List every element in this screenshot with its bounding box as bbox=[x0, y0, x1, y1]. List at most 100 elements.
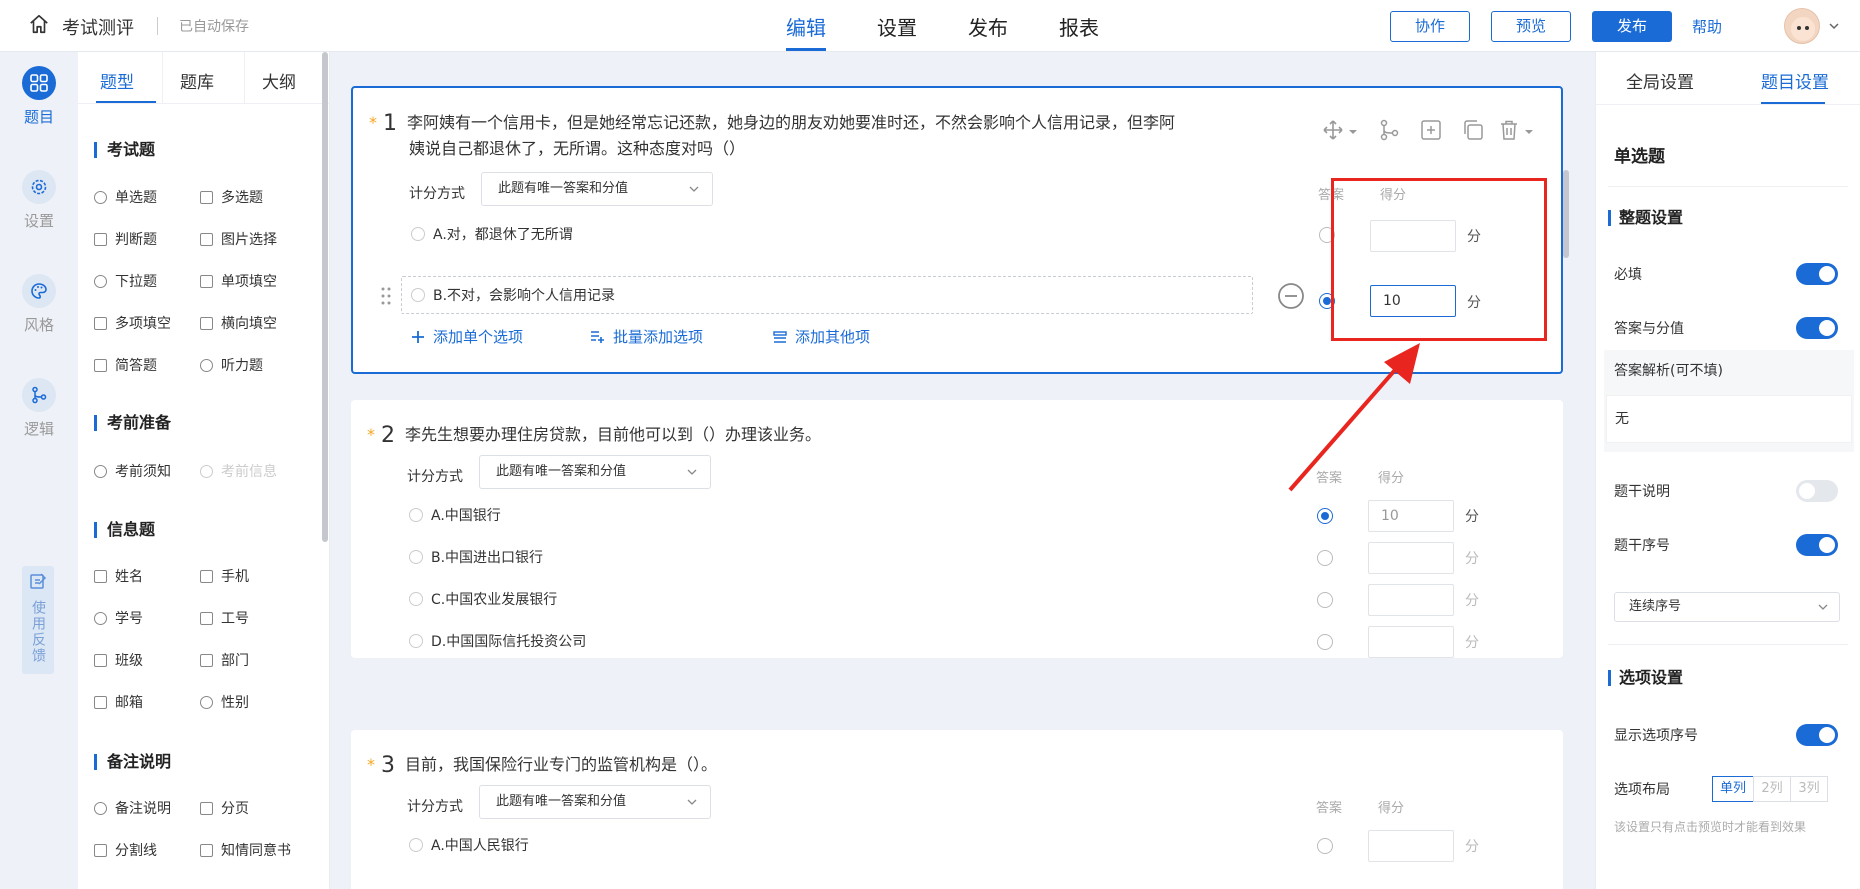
answer-radio-a[interactable] bbox=[1319, 227, 1335, 243]
stem-description-toggle[interactable] bbox=[1796, 480, 1838, 502]
chevron-down-icon[interactable] bbox=[1347, 118, 1359, 142]
qtype-horizontal-blank[interactable]: 横向填空 bbox=[200, 313, 277, 333]
question-text[interactable]: 目前，我国保险行业专门的监管机构是（）。 bbox=[405, 755, 717, 774]
answer-radio-a[interactable] bbox=[1317, 838, 1333, 854]
score-mode-select[interactable]: 此题有唯一答案和分值 bbox=[481, 172, 713, 206]
tab-question-types[interactable]: 题型 bbox=[100, 68, 134, 93]
score-input-a[interactable] bbox=[1370, 220, 1456, 252]
score-input-d[interactable] bbox=[1368, 626, 1454, 658]
layout-three-columns[interactable]: 3列 bbox=[1790, 776, 1828, 802]
answer-score-toggle[interactable] bbox=[1796, 317, 1838, 339]
answer-radio-a[interactable] bbox=[1317, 508, 1333, 524]
option-a[interactable]: A.中国银行 bbox=[409, 505, 501, 525]
chevron-down-icon[interactable] bbox=[1828, 20, 1840, 32]
panel-scrollbar[interactable] bbox=[322, 52, 328, 542]
answer-radio-b[interactable] bbox=[1319, 293, 1335, 309]
score-input-a[interactable]: 10 bbox=[1368, 500, 1454, 532]
qtype-class[interactable]: 班级 bbox=[94, 650, 143, 670]
qtype-exam-notice[interactable]: 考前须知 bbox=[94, 461, 171, 481]
answer-radio-d[interactable] bbox=[1317, 634, 1333, 650]
stem-number-toggle[interactable] bbox=[1796, 534, 1838, 556]
qtype-single-choice[interactable]: 单选题 bbox=[94, 187, 157, 207]
qtype-phone[interactable]: 手机 bbox=[200, 566, 249, 586]
qtype-multi-blank[interactable]: 多项填空 bbox=[94, 313, 171, 333]
answer-radio-c[interactable] bbox=[1317, 592, 1333, 608]
score-mode-select[interactable]: 此题有唯一答案和分值 bbox=[479, 455, 711, 489]
qtype-image-choice[interactable]: 图片选择 bbox=[200, 229, 277, 249]
qtype-employee-id[interactable]: 工号 bbox=[200, 608, 249, 628]
qtype-name[interactable]: 姓名 bbox=[94, 566, 143, 586]
chevron-down-icon[interactable] bbox=[1523, 118, 1535, 142]
qtype-consent[interactable]: 知情同意书 bbox=[200, 840, 291, 860]
qtype-multi-choice[interactable]: 多选题 bbox=[200, 187, 263, 207]
logic-branch-icon[interactable] bbox=[1377, 118, 1401, 142]
feedback-button[interactable]: 使用反馈 bbox=[22, 566, 54, 674]
batch-add-options-link[interactable]: 批量添加选项 bbox=[590, 326, 703, 347]
tab-settings[interactable]: 设置 bbox=[877, 12, 917, 41]
option-a[interactable]: A.中国人民银行 bbox=[409, 835, 529, 855]
question-card-2[interactable]: * 2 李先生想要办理住房贷款，目前他可以到（）办理该业务。 计分方式 此题有唯一答… bbox=[351, 400, 1563, 658]
qtype-note[interactable]: 备注说明 bbox=[94, 798, 171, 818]
avatar[interactable] bbox=[1784, 8, 1820, 44]
canvas-scrollbar[interactable] bbox=[1563, 170, 1569, 258]
tab-global-settings[interactable]: 全局设置 bbox=[1626, 68, 1694, 93]
qtype-single-blank[interactable]: 单项填空 bbox=[200, 271, 277, 291]
qtype-email[interactable]: 邮箱 bbox=[94, 692, 143, 712]
question-text[interactable]: 李先生想要办理住房贷款，目前他可以到（）办理该业务。 bbox=[405, 425, 821, 444]
tab-report[interactable]: 报表 bbox=[1059, 12, 1099, 41]
move-icon[interactable] bbox=[1321, 118, 1345, 142]
layout-single-column[interactable]: 单列 bbox=[1712, 776, 1754, 802]
option-c[interactable]: C.中国农业发展银行 bbox=[409, 589, 557, 609]
section-pre-exam: 考前准备 bbox=[94, 415, 171, 431]
option-d[interactable]: D.中国国际信托投资公司 bbox=[409, 631, 586, 651]
nav-item-logic[interactable]: 逻辑 bbox=[0, 378, 78, 439]
publish-button[interactable]: 发布 bbox=[1592, 11, 1672, 42]
nav-item-questions[interactable]: 题目 bbox=[0, 66, 78, 127]
tab-edit[interactable]: 编辑 bbox=[786, 12, 826, 41]
option-a[interactable]: A.对，都退休了无所谓 bbox=[411, 224, 573, 244]
layout-two-columns[interactable]: 2列 bbox=[1753, 776, 1791, 802]
question-card-3[interactable]: * 3 目前，我国保险行业专门的监管机构是（）。 计分方式 此题有唯一答案和分值 答… bbox=[351, 730, 1563, 889]
add-other-option-link[interactable]: 添加其他项 bbox=[773, 326, 870, 347]
tab-question-bank[interactable]: 题库 bbox=[180, 68, 214, 93]
drag-handle-icon[interactable] bbox=[380, 286, 392, 306]
question-text-cont[interactable]: 姨说自己都退休了，无所谓。这种态度对吗（） bbox=[409, 139, 745, 158]
question-text[interactable]: 李阿姨有一个信用卡，但是她经常忘记还款，她身边的朋友劝她要准时还，不然会影响个人… bbox=[407, 113, 1175, 132]
home-icon[interactable] bbox=[28, 13, 50, 35]
nav-item-style[interactable]: 风格 bbox=[0, 274, 78, 335]
remove-option-icon[interactable] bbox=[1277, 282, 1305, 310]
collaborate-button[interactable]: 协作 bbox=[1390, 11, 1470, 42]
add-single-option-link[interactable]: 添加单个选项 bbox=[411, 326, 523, 347]
number-mode-select[interactable]: 连续序号 bbox=[1614, 592, 1840, 622]
qtype-page-break[interactable]: 分页 bbox=[200, 798, 249, 818]
qtype-listening[interactable]: 听力题 bbox=[200, 355, 263, 375]
question-card-1[interactable]: * 1 李阿姨有一个信用卡，但是她经常忘记还款，她身边的朋友劝她要准时还，不然会影响… bbox=[351, 86, 1563, 374]
answer-radio-b[interactable] bbox=[1317, 550, 1333, 566]
tab-outline[interactable]: 大纲 bbox=[262, 68, 296, 93]
qtype-true-false[interactable]: 判断题 bbox=[94, 229, 157, 249]
add-icon[interactable] bbox=[1419, 118, 1443, 142]
analysis-input[interactable]: 无 bbox=[1606, 395, 1852, 443]
required-toggle[interactable] bbox=[1796, 263, 1838, 285]
tab-question-settings[interactable]: 题目设置 bbox=[1761, 68, 1829, 93]
score-input-b[interactable] bbox=[1368, 542, 1454, 574]
help-link[interactable]: 帮助 bbox=[1692, 16, 1722, 37]
qtype-dropdown[interactable]: 下拉题 bbox=[94, 271, 157, 291]
score-input-c[interactable] bbox=[1368, 584, 1454, 616]
preview-button[interactable]: 预览 bbox=[1491, 11, 1571, 42]
qtype-department[interactable]: 部门 bbox=[200, 650, 249, 670]
copy-icon[interactable] bbox=[1461, 118, 1485, 142]
option-b[interactable]: B.中国进出口银行 bbox=[409, 547, 543, 567]
qtype-divider[interactable]: 分割线 bbox=[94, 840, 157, 860]
show-option-number-toggle[interactable] bbox=[1796, 724, 1838, 746]
qtype-gender[interactable]: 性别 bbox=[200, 692, 249, 712]
tab-publish[interactable]: 发布 bbox=[968, 12, 1008, 41]
option-b[interactable]: B.不对，会影响个人信用记录 bbox=[411, 285, 615, 305]
delete-icon[interactable] bbox=[1497, 118, 1521, 142]
score-input-b[interactable]: 10 bbox=[1370, 285, 1456, 317]
score-input-a[interactable] bbox=[1368, 830, 1454, 862]
score-mode-select[interactable]: 此题有唯一答案和分值 bbox=[479, 785, 711, 819]
qtype-short-answer[interactable]: 简答题 bbox=[94, 355, 157, 375]
qtype-student-id[interactable]: 学号 bbox=[94, 608, 143, 628]
nav-item-settings[interactable]: 设置 bbox=[0, 170, 78, 231]
